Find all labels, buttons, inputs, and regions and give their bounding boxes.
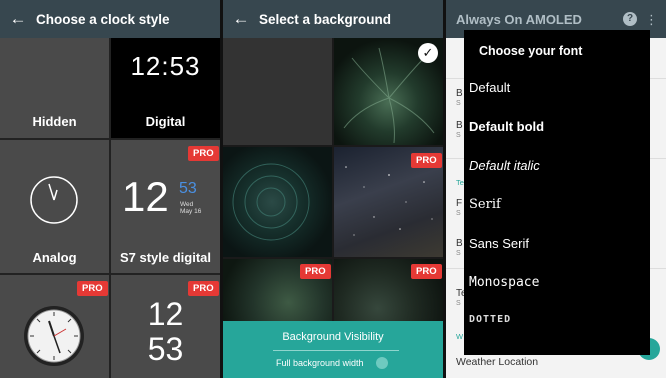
clock-option-label: Digital — [145, 114, 186, 129]
digital-clock-preview: 12:53 — [130, 51, 201, 81]
setting-item-partial: B — [456, 238, 463, 249]
watch-face-preview — [24, 306, 84, 366]
visibility-slider[interactable] — [273, 350, 399, 351]
s7-date: May 16 — [180, 208, 202, 215]
setting-item-partial: B — [456, 88, 463, 99]
font-dialog: Choose your font Default Default bold De… — [464, 30, 650, 355]
weather-location-item[interactable]: Weather Location — [456, 356, 538, 368]
s7-minute: 53 — [179, 180, 197, 197]
full-width-toggle[interactable] — [376, 357, 388, 369]
section-header-partial: W — [456, 332, 464, 341]
toolbar: ← Choose a clock style — [0, 0, 220, 38]
font-option-default-bold[interactable]: Default bold — [469, 119, 544, 134]
settings-screen: Always On AMOLED ? ⋮ B S B S Te F S B S … — [446, 0, 666, 378]
pro-badge: PRO — [188, 281, 219, 296]
setting-item-partial: B — [456, 120, 463, 131]
arrow-left-icon[interactable]: ← — [223, 9, 259, 29]
font-option-default-italic[interactable]: Default italic — [469, 158, 540, 173]
pro-badge: PRO — [411, 153, 442, 168]
pro-badge: PRO — [411, 264, 442, 279]
setting-item-partial: F — [456, 198, 463, 209]
setting-item-partial: S — [456, 132, 461, 139]
stacked-hour: 12 — [147, 296, 184, 332]
clock-option-stacked-digital[interactable]: PRO 12 53 — [111, 275, 220, 378]
clock-option-watch-face[interactable]: PRO — [0, 275, 109, 378]
pattern-decoration — [232, 163, 310, 241]
clock-option-hidden[interactable]: Hidden — [0, 38, 109, 138]
arrow-left-icon[interactable]: ← — [0, 9, 36, 29]
background-option-none[interactable] — [223, 38, 332, 145]
setting-item-partial: S — [456, 210, 461, 217]
clock-option-digital[interactable]: 12:53 Digital — [111, 38, 220, 138]
clock-style-screen: ← Choose a clock style Hidden 12:53 Digi… — [0, 0, 220, 378]
pro-badge: PRO — [188, 146, 219, 161]
s7-day: Wed — [180, 201, 194, 208]
dialog-title: Choose your font — [479, 44, 583, 58]
setting-item-partial: S — [456, 100, 461, 107]
full-width-label: Full background width — [276, 358, 364, 368]
background-option-stars[interactable]: PRO — [334, 147, 443, 257]
background-option-ferns[interactable]: PRO — [334, 259, 443, 321]
setting-item-partial: S — [456, 300, 461, 307]
clock-option-label: Hidden — [32, 114, 77, 129]
background-option-pattern[interactable] — [223, 147, 332, 257]
page-title: Select a background — [259, 11, 392, 27]
s7-hour: 12 — [122, 173, 169, 220]
more-vert-icon[interactable]: ⋮ — [645, 13, 658, 26]
font-option-serif[interactable]: Serif — [469, 197, 501, 212]
pro-badge: PRO — [300, 264, 331, 279]
toolbar: ← Select a background — [223, 0, 443, 38]
clock-option-analog[interactable]: Analog — [0, 140, 109, 273]
clock-option-label: S7 style digital — [119, 250, 212, 265]
clock-option-s7-digital[interactable]: PRO 12 53 Wed May 16 S7 style digital — [111, 140, 220, 273]
app-title: Always On AMOLED — [456, 11, 582, 27]
font-option-dotted[interactable]: DOTTED — [469, 314, 511, 325]
analog-clock-preview — [30, 176, 78, 224]
background-visibility-label: Background Visibility — [282, 331, 384, 343]
page-title: Choose a clock style — [36, 11, 170, 27]
setting-item-partial: S — [456, 250, 461, 257]
section-header-partial: Te — [456, 178, 464, 187]
background-settings-bar: Background Visibility Full background wi… — [223, 321, 443, 378]
background-screen: ← Select a background ✓ PRO PRO PRO Back… — [223, 0, 443, 378]
help-icon[interactable]: ? — [623, 12, 637, 26]
stacked-minute: 53 — [147, 331, 184, 367]
clock-option-label: Analog — [32, 250, 77, 265]
selected-check-icon: ✓ — [418, 43, 438, 63]
font-option-default[interactable]: Default — [469, 80, 510, 95]
background-option-leaves[interactable]: ✓ — [334, 38, 443, 145]
font-option-monospace[interactable]: Monospace — [469, 275, 539, 290]
font-option-sans-serif[interactable]: Sans Serif — [469, 236, 529, 251]
background-option-palm[interactable]: PRO — [223, 259, 332, 321]
